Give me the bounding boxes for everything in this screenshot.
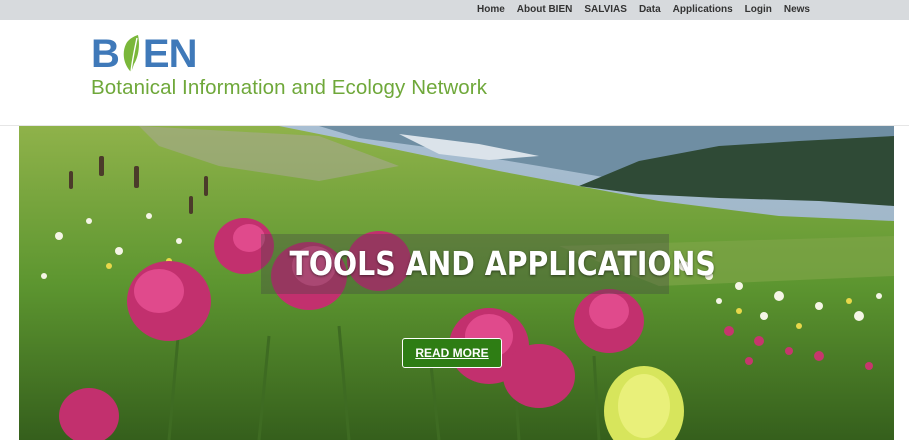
hero-banner: TOOLS AND APPLICATIONS READ MORE: [19, 126, 894, 440]
nav-data-link[interactable]: Data: [633, 0, 667, 20]
hero-title: TOOLS AND APPLICATIONS: [289, 244, 716, 283]
logo-letters-en: EN: [142, 32, 198, 76]
nav-home-link[interactable]: Home: [471, 0, 511, 20]
nav-login-link[interactable]: Login: [739, 0, 778, 20]
nav-news-link[interactable]: News: [778, 0, 816, 20]
nav-salvias-link[interactable]: SALVIAS: [578, 0, 633, 20]
logo-letter-b: B: [91, 32, 120, 76]
bien-logo[interactable]: B EN: [91, 32, 198, 76]
nav-applications-link[interactable]: Applications: [667, 0, 739, 20]
site-header: B EN Botanical Information and Ecology N…: [0, 20, 909, 126]
logo-wordmark: B EN: [91, 32, 198, 76]
site-tagline: Botanical Information and Ecology Networ…: [91, 76, 488, 99]
read-more-button[interactable]: READ MORE: [402, 338, 502, 368]
nav-about-bien-link[interactable]: About BIEN: [511, 0, 579, 20]
top-navigation: Home About BIEN SALVIAS Data Application…: [471, 0, 816, 20]
top-navigation-bar: Home About BIEN SALVIAS Data Application…: [0, 0, 909, 20]
leaf-icon: [120, 34, 142, 74]
